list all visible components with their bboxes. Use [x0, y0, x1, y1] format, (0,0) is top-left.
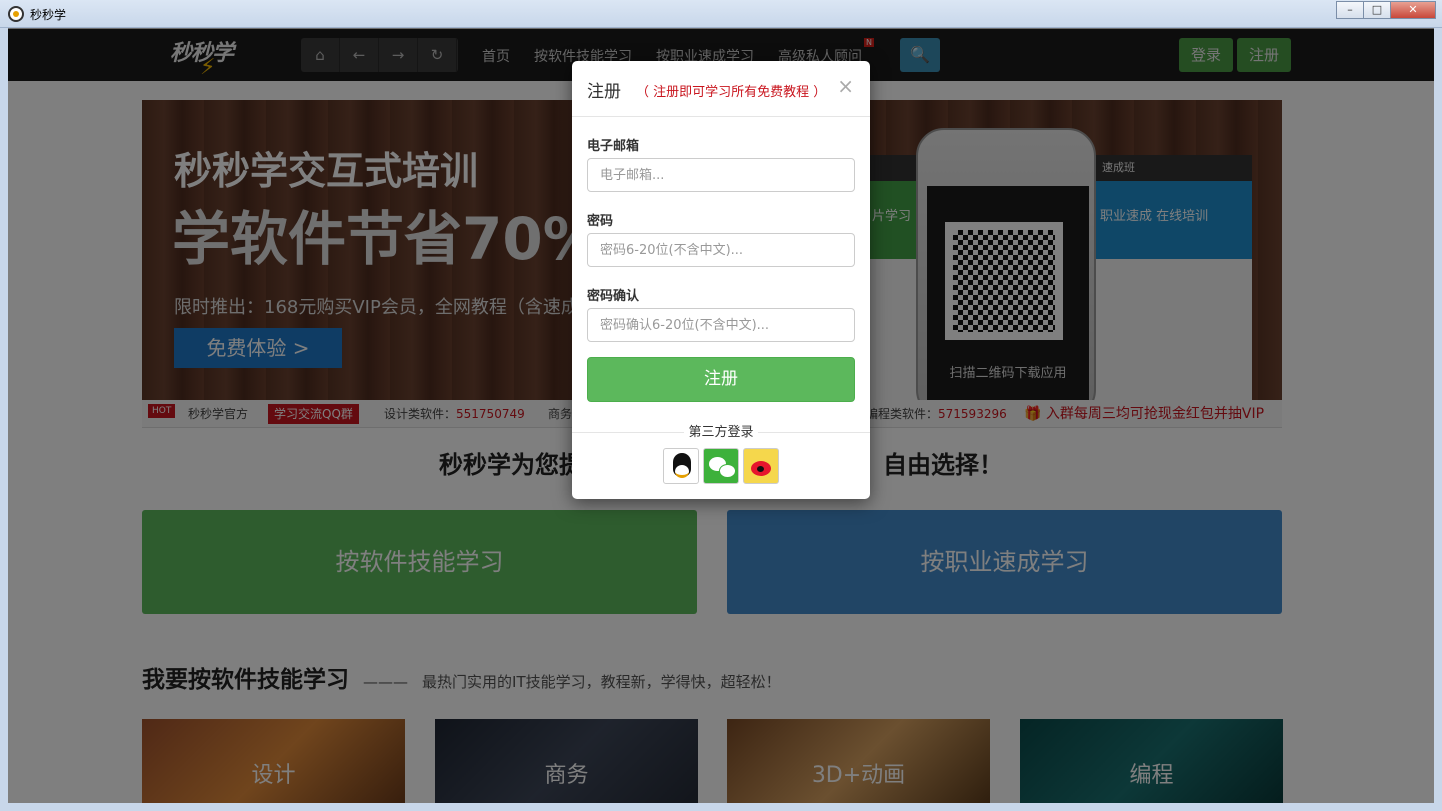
- browser-viewport: 秒秒学 ⚡ ⌂ ← → ↻ 首页 按软件技能学习 按职业速成学习 高级私人顾问N…: [8, 29, 1434, 803]
- register-modal: 注册 （ 注册即可学习所有免费教程 ） × 电子邮箱 密码 密码确认 注册 第三…: [572, 61, 870, 499]
- close-icon[interactable]: ×: [837, 74, 854, 98]
- minimize-button[interactable]: –: [1336, 1, 1364, 19]
- app-icon: [8, 6, 24, 22]
- close-window-button[interactable]: ✕: [1390, 1, 1436, 19]
- email-field[interactable]: [587, 158, 855, 192]
- confirm-password-field[interactable]: [587, 308, 855, 342]
- email-label: 电子邮箱: [587, 139, 640, 154]
- register-submit-button[interactable]: 注册: [587, 357, 855, 402]
- modal-header: 注册 （ 注册即可学习所有免费教程 ） ×: [572, 61, 870, 117]
- third-party-label-text: 第三方登录: [684, 425, 758, 440]
- window-border-right: [1434, 28, 1442, 811]
- third-party-label: 第三方登录: [572, 421, 870, 440]
- modal-note: （ 注册即可学习所有免费教程 ）: [636, 85, 827, 100]
- weibo-login-icon[interactable]: [743, 448, 779, 484]
- social-login-group: [663, 448, 779, 484]
- confirm-password-label: 密码确认: [587, 289, 640, 304]
- maximize-button[interactable]: □: [1363, 1, 1391, 19]
- wechat-login-icon[interactable]: [703, 448, 739, 484]
- window-title: 秒秒学: [30, 8, 67, 22]
- modal-title: 注册: [587, 82, 621, 102]
- window-controls: – □ ✕: [1336, 1, 1436, 19]
- window-border-bottom: [0, 803, 1442, 811]
- window-titlebar: 秒秒学 – □ ✕: [0, 0, 1442, 28]
- password-field[interactable]: [587, 233, 855, 267]
- window-border-left: [0, 28, 8, 811]
- qq-login-icon[interactable]: [663, 448, 699, 484]
- password-label: 密码: [587, 214, 614, 229]
